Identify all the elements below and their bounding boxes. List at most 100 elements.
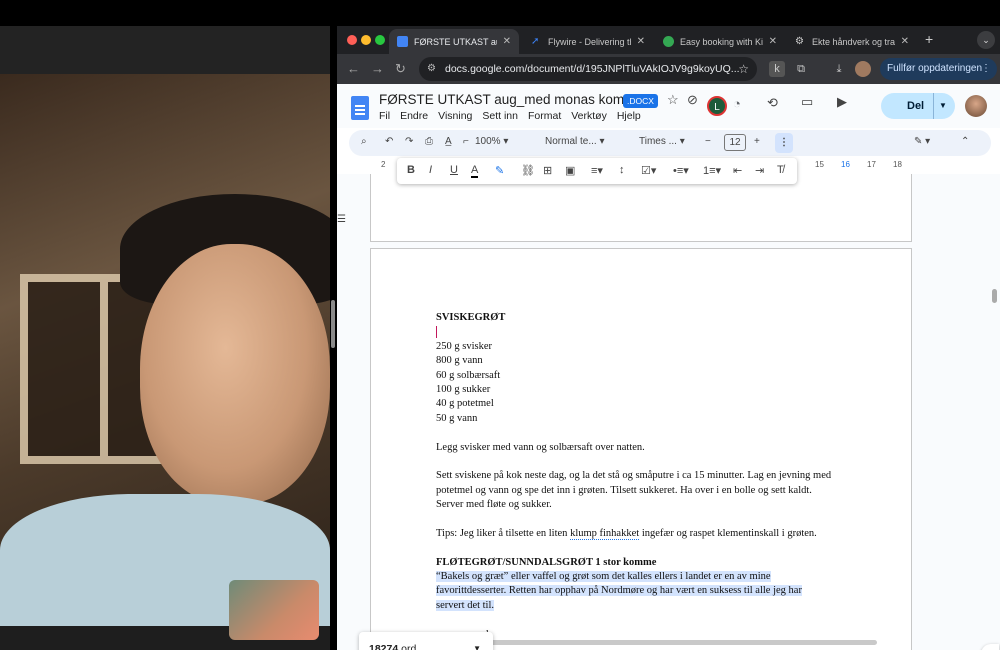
decrease-indent-icon[interactable]: ⇤ bbox=[733, 164, 742, 177]
page-2[interactable]: SVISKEGRØT 250 g svisker 800 g vann 60 g… bbox=[370, 248, 912, 650]
bold-icon[interactable]: B bbox=[407, 164, 415, 176]
move-folder-icon[interactable]: ⊘ bbox=[687, 92, 698, 108]
vertical-scrollbar[interactable] bbox=[992, 289, 997, 303]
menu-verktoy[interactable]: Verktøy bbox=[571, 110, 607, 122]
address-bar[interactable]: ⚙ docs.google.com/document/d/195JNPlTluV… bbox=[419, 57, 757, 81]
version-history-icon[interactable]: ⟲ bbox=[767, 95, 778, 111]
print-icon[interactable]: ⎙ bbox=[425, 136, 433, 147]
text-cursor-line bbox=[436, 325, 856, 339]
minimize-window-button[interactable] bbox=[361, 35, 371, 45]
style-select[interactable]: Normal te... ▾ bbox=[545, 136, 605, 147]
text-color-icon[interactable]: A bbox=[471, 164, 479, 178]
bulleted-list-icon[interactable]: •≡▾ bbox=[673, 164, 689, 177]
star-icon[interactable]: ☆ bbox=[667, 92, 679, 108]
extension-k-icon[interactable]: k bbox=[769, 61, 785, 77]
tab-search-chevron-icon[interactable]: ⌄ bbox=[977, 31, 995, 49]
meet-camera-icon[interactable]: ▶ bbox=[837, 94, 847, 110]
outline-toggle-icon[interactable]: ☰ bbox=[337, 214, 346, 225]
paragraph-line: favorittdesserter. Retten har opphav på … bbox=[436, 584, 856, 598]
share-button[interactable]: Del ▼ bbox=[881, 93, 955, 119]
collaborator-avatar[interactable]: L bbox=[707, 96, 727, 116]
ingredient-line: 40 g potetmel bbox=[436, 398, 494, 410]
font-select[interactable]: Times ... ▾ bbox=[639, 136, 685, 147]
add-comment-icon[interactable]: ⊞ bbox=[543, 164, 552, 177]
document-title[interactable]: FØRSTE UTKAST aug_med monas komm... bbox=[379, 92, 647, 107]
docs-logo-icon[interactable] bbox=[351, 96, 369, 120]
ingredient-line: 50 g vann bbox=[436, 412, 478, 424]
page-1-bottom bbox=[370, 174, 912, 242]
zoom-select[interactable]: 100% ▾ bbox=[475, 136, 508, 147]
clear-formatting-icon[interactable]: T̸ bbox=[777, 164, 784, 176]
ruler-tick: 18 bbox=[893, 160, 902, 169]
close-window-button[interactable] bbox=[347, 35, 357, 45]
update-chrome-button[interactable]: Fullfør oppdateringen ⋮ bbox=[880, 58, 997, 80]
word-count-dropdown-icon[interactable]: ▼ bbox=[473, 632, 481, 650]
tab-docs[interactable]: FØRSTE UTKAST aug ✕ bbox=[389, 29, 519, 54]
underline-icon[interactable]: U bbox=[450, 164, 458, 176]
kebab-menu-icon[interactable]: ⋮ bbox=[981, 58, 991, 80]
word-count-panel[interactable]: 18274 ord ▼ bbox=[359, 632, 493, 650]
tab-handverk[interactable]: ⚙ Ekte håndverk og trad ✕ bbox=[787, 29, 917, 54]
close-tab-icon[interactable]: ✕ bbox=[503, 36, 511, 47]
spelling-suggestion[interactable]: klump finhakket bbox=[570, 527, 640, 540]
extensions-puzzle-icon[interactable]: ⧉ bbox=[793, 61, 809, 77]
reload-icon[interactable]: ↻ bbox=[395, 61, 406, 77]
paragraph-line: “Bakels og græt” eller vaffel og grøt so… bbox=[436, 570, 856, 584]
document-canvas[interactable]: ☰ SVISKEGRØT 250 g svisker 800 g vann 60… bbox=[337, 174, 1000, 650]
menu-visning[interactable]: Visning bbox=[438, 110, 472, 122]
collaborator-status-icon[interactable]: ◔ bbox=[733, 96, 741, 111]
menu-endre[interactable]: Endre bbox=[400, 110, 428, 122]
spellcheck-icon[interactable]: A̲ bbox=[445, 136, 452, 147]
editing-mode-pencil-icon[interactable]: ✎ ▾ bbox=[914, 136, 930, 147]
undo-icon[interactable]: ↶ bbox=[385, 136, 393, 147]
site-info-icon[interactable]: ⚙ bbox=[427, 57, 436, 81]
split-view-divider-handle[interactable] bbox=[331, 300, 335, 348]
tab-kiosk-booking[interactable]: Easy booking with Ki ✕ bbox=[655, 29, 785, 54]
self-view-thumbnail[interactable] bbox=[229, 580, 319, 640]
close-tab-icon[interactable]: ✕ bbox=[769, 36, 777, 47]
highlighted-text: “Bakels og græt” eller vaffel og grøt so… bbox=[436, 571, 771, 583]
hide-menus-chevron-icon[interactable]: ⌃ bbox=[961, 136, 969, 147]
highlight-pen-icon[interactable]: ✎ bbox=[495, 164, 504, 177]
bookmark-star-icon[interactable]: ☆ bbox=[738, 57, 749, 81]
font-size-input[interactable]: 12 bbox=[724, 134, 746, 151]
decrease-font-size-icon[interactable]: − bbox=[705, 136, 711, 147]
side-panel-expand-chevron-icon[interactable]: ‹ bbox=[981, 644, 999, 650]
line-spacing-icon[interactable]: ↕ bbox=[619, 164, 625, 176]
menu-hjelp[interactable]: Hjelp bbox=[617, 110, 641, 122]
browser-window: FØRSTE UTKAST aug ✕ ➚ Flywire - Deliveri… bbox=[337, 26, 1000, 650]
checklist-icon[interactable]: ☑▾ bbox=[641, 164, 656, 177]
comments-icon[interactable]: ▭ bbox=[801, 94, 813, 110]
profile-avatar-icon[interactable] bbox=[855, 61, 871, 77]
increase-font-size-icon[interactable]: + bbox=[754, 136, 760, 147]
align-left-icon[interactable]: ≡▾ bbox=[591, 164, 603, 177]
menu-format[interactable]: Format bbox=[528, 110, 561, 122]
document-body[interactable]: SVISKEGRØT 250 g svisker 800 g vann 60 g… bbox=[436, 311, 856, 642]
screen: FØRSTE UTKAST aug ✕ ➚ Flywire - Deliveri… bbox=[0, 0, 1000, 650]
insert-image-icon[interactable]: ▣ bbox=[565, 164, 575, 177]
menu-fil[interactable]: Fil bbox=[379, 110, 390, 122]
paint-format-icon[interactable]: ⌐ bbox=[463, 136, 469, 147]
maximize-window-button[interactable] bbox=[375, 35, 385, 45]
search-icon[interactable]: ⌕ bbox=[361, 136, 367, 147]
tab-flywire[interactable]: ➚ Flywire - Delivering th ✕ bbox=[523, 29, 653, 54]
back-arrow-icon[interactable]: ← bbox=[347, 61, 360, 76]
share-dropdown-chevron-icon[interactable]: ▼ bbox=[939, 93, 947, 119]
numbered-list-icon[interactable]: 1≡▾ bbox=[703, 164, 721, 177]
download-icon[interactable]: ⤓ bbox=[831, 61, 847, 77]
menu-sett-inn[interactable]: Sett inn bbox=[482, 110, 518, 122]
forward-arrow-icon[interactable]: → bbox=[371, 61, 384, 76]
increase-indent-icon[interactable]: ⇥ bbox=[755, 164, 764, 177]
style-value: Normal te... bbox=[545, 136, 597, 147]
redo-icon[interactable]: ↷ bbox=[405, 136, 413, 147]
tab-label: Easy booking with Ki bbox=[680, 36, 763, 47]
account-avatar[interactable] bbox=[965, 95, 987, 117]
close-tab-icon[interactable]: ✕ bbox=[901, 36, 909, 47]
close-tab-icon[interactable]: ✕ bbox=[637, 36, 645, 47]
link-icon[interactable]: ⛓ bbox=[521, 164, 535, 177]
italic-icon[interactable]: I bbox=[429, 164, 432, 176]
new-tab-button[interactable]: + bbox=[925, 31, 933, 47]
video-top-bar bbox=[0, 26, 330, 74]
more-options-icon[interactable]: ⋮ bbox=[775, 133, 793, 153]
